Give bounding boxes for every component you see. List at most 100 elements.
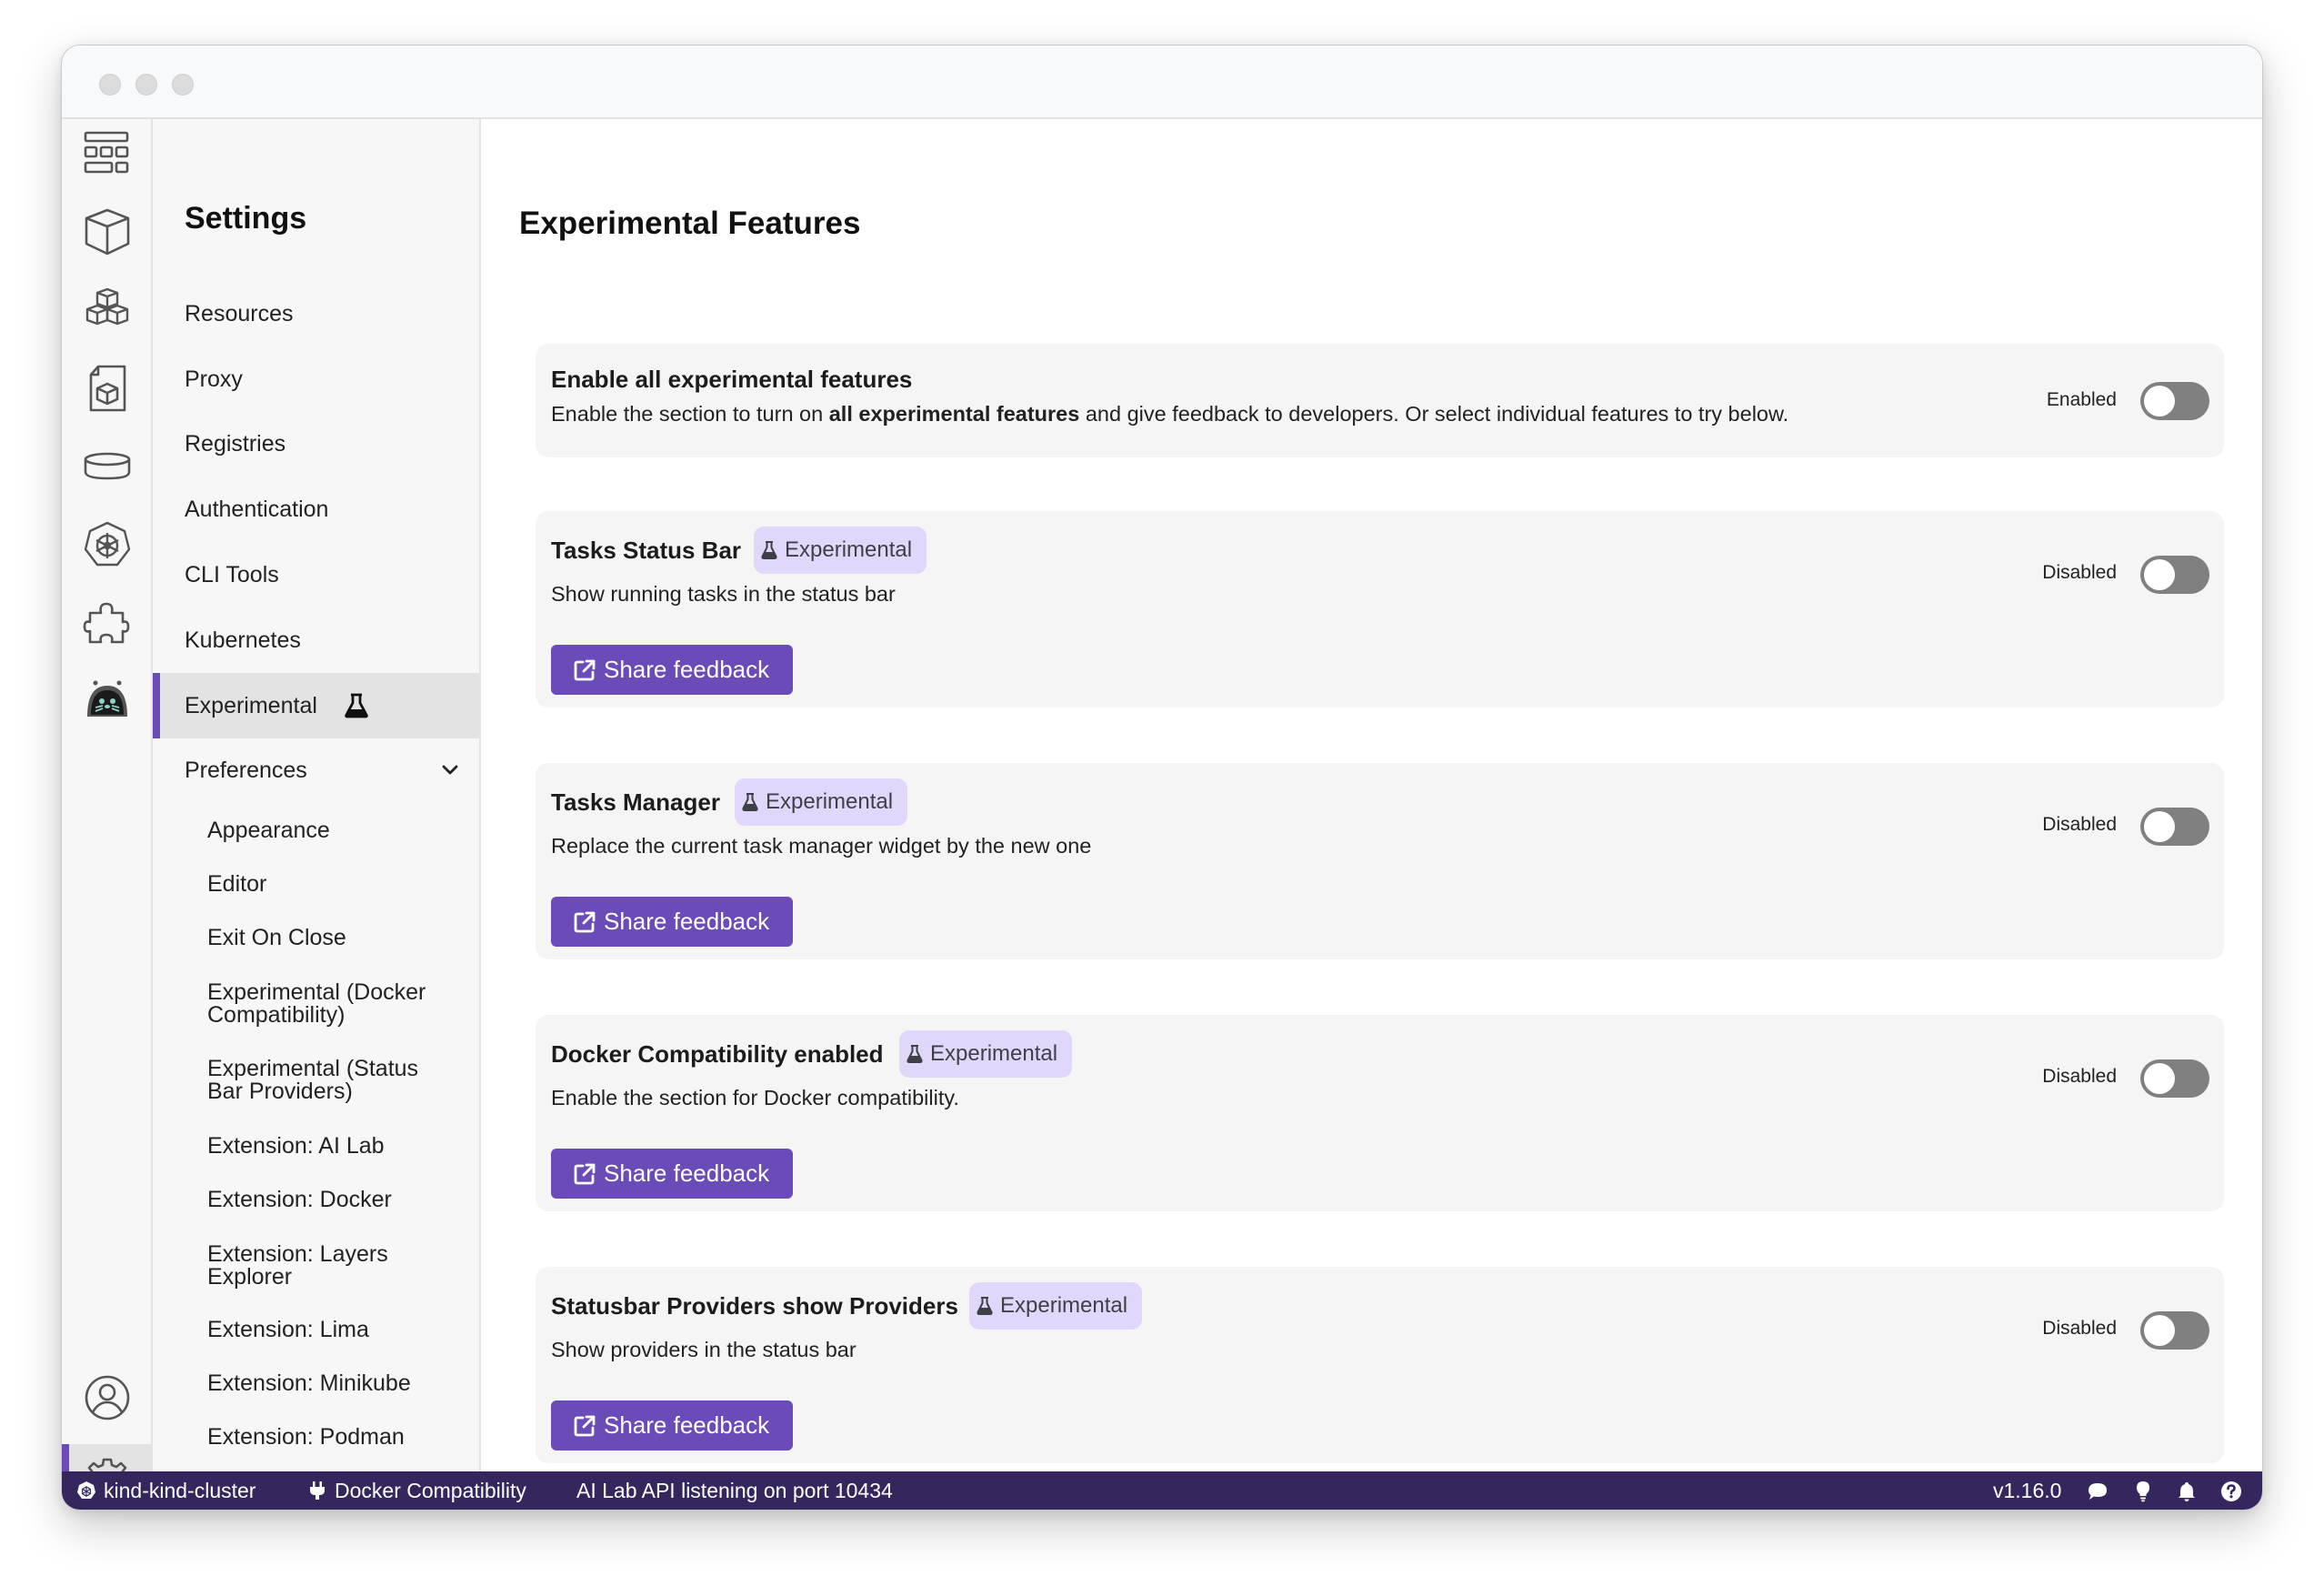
desc-bold-text: all experimental features bbox=[828, 402, 1080, 426]
flask-icon bbox=[761, 541, 777, 559]
card-description: Enable the section to turn on all experi… bbox=[551, 402, 1788, 427]
user-circle-icon bbox=[85, 1375, 130, 1420]
toggle-status-label: Disabled bbox=[2042, 1066, 2117, 1087]
desc-text: Enable the section to turn on bbox=[551, 402, 829, 426]
card-title: Docker Compatibility enabled bbox=[551, 1040, 884, 1068]
badge-label: Experimental bbox=[766, 789, 894, 814]
nav-sub-experimental-status-bar[interactable]: Experimental (Status Bar Providers) bbox=[207, 1058, 471, 1103]
kubernetes-helm-icon bbox=[84, 521, 131, 567]
nav-sub-experimental-docker-compat[interactable]: Experimental (Docker Compatibility) bbox=[207, 981, 471, 1027]
nav-item-proxy[interactable]: Proxy bbox=[153, 346, 479, 412]
badge-label: Experimental bbox=[785, 537, 913, 562]
toggle-status-label: Disabled bbox=[2042, 1318, 2117, 1339]
button-label: Share feedback bbox=[604, 908, 770, 935]
rail-kubernetes[interactable] bbox=[82, 519, 133, 570]
external-link-icon bbox=[574, 1163, 596, 1184]
statusbar-label: Docker Compatibility bbox=[335, 1478, 526, 1502]
chevron-down-icon[interactable] bbox=[439, 759, 461, 781]
experimental-badge: Experimental bbox=[899, 1030, 1073, 1078]
feature-toggle[interactable] bbox=[2140, 1059, 2209, 1098]
experimental-badge: Experimental bbox=[969, 1282, 1143, 1330]
rail-ai-lab[interactable] bbox=[82, 676, 133, 727]
feature-toggle[interactable] bbox=[2140, 808, 2209, 846]
flask-icon bbox=[345, 693, 368, 718]
main-content: Experimental Features Enable all experim… bbox=[481, 119, 2262, 1471]
toggle-status-label: Disabled bbox=[2042, 562, 2117, 583]
toggle-status-label: Disabled bbox=[2042, 814, 2117, 835]
card-description: Show providers in the status bar bbox=[551, 1338, 856, 1361]
title-bar bbox=[62, 45, 2262, 119]
nav-item-label: Kubernetes bbox=[185, 627, 301, 653]
nav-item-label: CLI Tools bbox=[185, 561, 279, 587]
nav-title: Settings bbox=[185, 201, 307, 236]
nav-item-label: Registries bbox=[185, 430, 286, 457]
feature-card-docker-compatibility: Docker Compatibility enabled Experimenta… bbox=[536, 1015, 2224, 1211]
nav-sub-appearance[interactable]: Appearance bbox=[207, 819, 471, 842]
rail-extensions[interactable] bbox=[82, 597, 133, 648]
rail-containers[interactable] bbox=[82, 206, 133, 257]
enable-all-toggle[interactable] bbox=[2140, 382, 2209, 420]
statusbar-ai-lab-api[interactable]: AI Lab API listening on port 10434 bbox=[576, 1471, 893, 1510]
rail-dashboard[interactable] bbox=[82, 126, 166, 177]
close-window-button[interactable] bbox=[99, 74, 121, 95]
nav-sub-label-line: Experimental (Docker bbox=[207, 979, 426, 1005]
minimize-window-button[interactable] bbox=[135, 74, 157, 95]
nav-sub-label-line: Explorer bbox=[207, 1264, 293, 1290]
card-title: Enable all experimental features bbox=[551, 366, 913, 393]
feature-toggle[interactable] bbox=[2140, 556, 2209, 594]
nav-sub-extension-podman[interactable]: Extension: Podman bbox=[207, 1426, 471, 1449]
database-icon bbox=[84, 452, 131, 480]
nav-sub-extension-minikube[interactable]: Extension: Minikube bbox=[207, 1372, 471, 1395]
zoom-window-button[interactable] bbox=[172, 74, 194, 95]
rail-images[interactable] bbox=[82, 363, 133, 414]
nav-item-preferences[interactable]: Preferences bbox=[153, 738, 479, 803]
nav-item-label: Proxy bbox=[185, 366, 243, 392]
nav-sub-label-line: Experimental (Status bbox=[207, 1056, 419, 1081]
status-bar: kind-kind-cluster Docker Compatibility A… bbox=[62, 1471, 2262, 1510]
nav-item-authentication[interactable]: Authentication bbox=[153, 477, 479, 542]
nav-item-cli-tools[interactable]: CLI Tools bbox=[153, 542, 479, 607]
card-title: Tasks Status Bar bbox=[551, 537, 742, 564]
nav-sub-extension-ai-lab[interactable]: Extension: AI Lab bbox=[207, 1135, 471, 1158]
rail-pods[interactable] bbox=[82, 285, 133, 336]
share-feedback-button[interactable]: Share feedback bbox=[551, 1149, 794, 1199]
statusbar-docker-compatibility[interactable]: Docker Compatibility bbox=[307, 1471, 526, 1510]
external-link-icon bbox=[574, 1415, 596, 1436]
nav-item-registries[interactable]: Registries bbox=[153, 411, 479, 477]
badge-label: Experimental bbox=[930, 1041, 1058, 1066]
cubes-icon bbox=[85, 287, 129, 326]
image-file-icon bbox=[89, 365, 126, 412]
rail-accounts[interactable] bbox=[82, 1372, 133, 1423]
nav-item-kubernetes[interactable]: Kubernetes bbox=[153, 607, 479, 673]
card-description: Show running tasks in the status bar bbox=[551, 582, 896, 606]
lightbulb-icon[interactable] bbox=[2132, 1481, 2154, 1502]
external-link-icon bbox=[574, 911, 596, 932]
nav-item-resources[interactable]: Resources bbox=[153, 281, 479, 346]
comment-icon[interactable] bbox=[2087, 1481, 2109, 1502]
feature-toggle[interactable] bbox=[2140, 1311, 2209, 1350]
button-label: Share feedback bbox=[604, 1159, 770, 1187]
help-icon[interactable] bbox=[2220, 1481, 2242, 1502]
share-feedback-button[interactable]: Share feedback bbox=[551, 897, 794, 947]
nav-sub-label-line: Compatibility) bbox=[207, 1002, 346, 1028]
plug-icon bbox=[310, 1481, 325, 1500]
statusbar-version[interactable]: v1.16.0 bbox=[1993, 1471, 2061, 1510]
experimental-badge: Experimental bbox=[754, 527, 927, 574]
rail-volumes[interactable] bbox=[82, 441, 133, 492]
statusbar-kubernetes-context[interactable]: kind-kind-cluster bbox=[76, 1471, 255, 1510]
button-label: Share feedback bbox=[604, 656, 770, 683]
bell-icon[interactable] bbox=[2176, 1481, 2198, 1502]
nav-sub-editor[interactable]: Editor bbox=[207, 873, 471, 896]
nav-sub-exit-on-close[interactable]: Exit On Close bbox=[207, 927, 471, 949]
nav-sub-extension-lima[interactable]: Extension: Lima bbox=[207, 1319, 471, 1341]
desc-text: and give feedback to developers. Or sele… bbox=[1079, 402, 1789, 426]
settings-nav: Settings Resources Proxy Registries Auth… bbox=[153, 119, 481, 1502]
icon-rail bbox=[62, 119, 166, 1510]
nav-sub-extension-layers-explorer[interactable]: Extension: Layers Explorer bbox=[207, 1243, 471, 1289]
button-label: Share feedback bbox=[604, 1411, 770, 1439]
flask-icon bbox=[907, 1045, 923, 1063]
nav-sub-extension-docker[interactable]: Extension: Docker bbox=[207, 1189, 471, 1211]
share-feedback-button[interactable]: Share feedback bbox=[551, 645, 794, 695]
share-feedback-button[interactable]: Share feedback bbox=[551, 1400, 794, 1450]
nav-item-experimental[interactable]: Experimental bbox=[153, 673, 479, 738]
